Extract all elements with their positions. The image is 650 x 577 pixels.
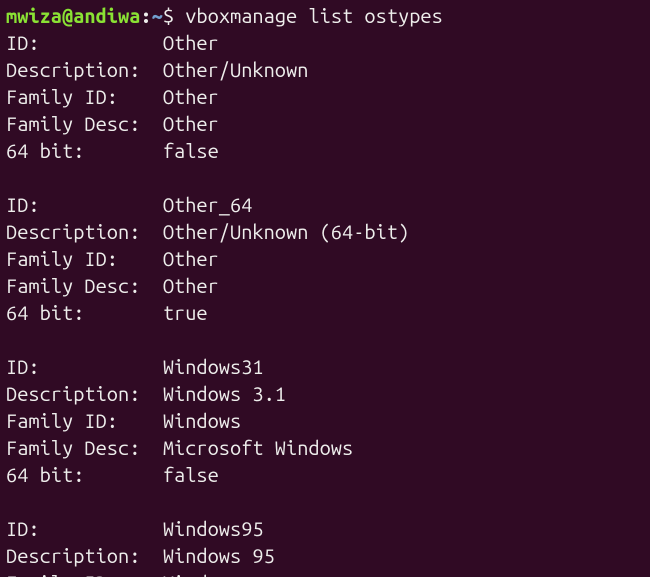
value-family-id: Windows (163, 569, 241, 577)
command-text: vboxmanage list ostypes (185, 4, 443, 27)
output-line-id: ID: Other_64 (6, 191, 644, 218)
value-family-id: Other (163, 83, 219, 110)
value-description: Windows 3.1 (163, 380, 286, 407)
label-is64bit: 64 bit: (6, 461, 163, 488)
label-id: ID: (6, 29, 163, 56)
label-family-desc: Family Desc: (6, 272, 163, 299)
output-line-description: Description: Windows 95 (6, 542, 644, 569)
value-description: Other/Unknown (64-bit) (163, 218, 409, 245)
prompt-host: andiwa (73, 4, 140, 27)
value-is64bit: false (163, 137, 219, 164)
value-family-desc: Microsoft Windows (163, 434, 353, 461)
value-id: Windows95 (163, 515, 264, 542)
output-line-is64bit: 64 bit: false (6, 461, 644, 488)
label-family-id: Family ID: (6, 245, 163, 272)
value-is64bit: false (163, 461, 219, 488)
output-line-family-id: Family ID: Other (6, 245, 644, 272)
label-description: Description: (6, 542, 163, 569)
label-description: Description: (6, 56, 163, 83)
value-family-id: Windows (163, 407, 241, 434)
blank-line (6, 326, 644, 353)
output-line-family-id: Family ID: Windows (6, 407, 644, 434)
prompt-at: @ (62, 4, 73, 27)
label-description: Description: (6, 218, 163, 245)
label-id: ID: (6, 515, 163, 542)
label-family-id: Family ID: (6, 407, 163, 434)
label-description: Description: (6, 380, 163, 407)
value-description: Other/Unknown (163, 56, 309, 83)
value-family-desc: Other (163, 110, 219, 137)
output-line-description: Description: Windows 3.1 (6, 380, 644, 407)
prompt-line[interactable]: mwiza@andiwa:~$ vboxmanage list ostypes (6, 2, 644, 29)
label-family-id: Family ID: (6, 569, 163, 577)
value-id: Other_64 (163, 191, 253, 218)
blank-line (6, 488, 644, 515)
output-line-family-desc: Family Desc: Other (6, 272, 644, 299)
label-family-desc: Family Desc: (6, 110, 163, 137)
prompt-path: ~ (152, 4, 163, 27)
value-id: Windows31 (163, 353, 264, 380)
terminal-output: ID: OtherDescription: Other/UnknownFamil… (6, 29, 644, 577)
output-line-is64bit: 64 bit: true (6, 299, 644, 326)
output-line-family-id: Family ID: Windows (6, 569, 644, 577)
value-id: Other (163, 29, 219, 56)
output-line-description: Description: Other/Unknown (64-bit) (6, 218, 644, 245)
output-line-description: Description: Other/Unknown (6, 56, 644, 83)
prompt-dollar: $ (163, 4, 174, 27)
label-id: ID: (6, 353, 163, 380)
prompt-colon: : (140, 4, 151, 27)
output-line-family-desc: Family Desc: Microsoft Windows (6, 434, 644, 461)
output-line-id: ID: Windows31 (6, 353, 644, 380)
label-id: ID: (6, 191, 163, 218)
value-family-id: Other (163, 245, 219, 272)
value-description: Windows 95 (163, 542, 275, 569)
blank-line (6, 164, 644, 191)
label-family-desc: Family Desc: (6, 434, 163, 461)
label-is64bit: 64 bit: (6, 137, 163, 164)
output-line-family-desc: Family Desc: Other (6, 110, 644, 137)
output-line-id: ID: Other (6, 29, 644, 56)
output-line-family-id: Family ID: Other (6, 83, 644, 110)
value-is64bit: true (163, 299, 208, 326)
output-line-id: ID: Windows95 (6, 515, 644, 542)
prompt-user: mwiza (6, 4, 62, 27)
label-is64bit: 64 bit: (6, 299, 163, 326)
output-line-is64bit: 64 bit: false (6, 137, 644, 164)
label-family-id: Family ID: (6, 83, 163, 110)
value-family-desc: Other (163, 272, 219, 299)
